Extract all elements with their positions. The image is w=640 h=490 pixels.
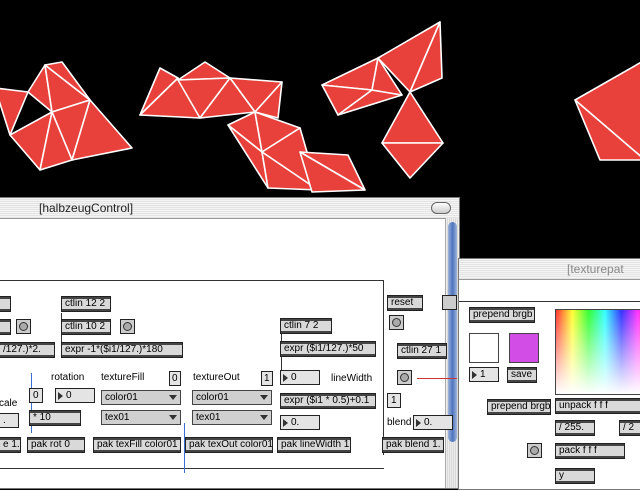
patch-cord [459,301,640,302]
toggle-box[interactable] [442,295,457,310]
number-box[interactable]: 0. [413,415,453,430]
object-box[interactable]: pak texFill color01 [93,437,181,453]
object-box[interactable]: expr -1*($i1/127.)*180 [61,342,183,358]
object-box[interactable]: /127.)*2. [0,342,55,358]
number-box[interactable]: 1 [387,393,401,408]
menu-value: color01 [105,392,138,403]
object-box[interactable]: pak lineWidth 1. [277,437,351,453]
number-value: 1 [480,369,486,380]
number-value: 0 [33,390,39,401]
number-box[interactable]: 0 [280,370,320,385]
object-box[interactable] [0,296,11,312]
patch-cord [0,280,383,281]
number-box[interactable]: 0 [169,371,181,386]
label-textureout: textureOut [193,372,240,383]
number-value: 0. [424,417,433,428]
object-box[interactable]: * 10 [29,410,81,426]
chevron-down-icon [169,395,177,400]
object-box[interactable]: ctlin 10 2 [61,319,111,335]
out-color-menu[interactable]: color01 [192,390,272,405]
patcher-window-texturepat: [texturepat prepend brgb 1 save prepend … [458,258,640,490]
bang-button[interactable] [16,319,31,334]
window-title: [halbzeugControl] [39,201,134,215]
number-value: . [3,415,6,426]
patch-cord [417,378,457,379]
label-linewidth: lineWidth [331,373,373,384]
object-box[interactable]: ctlin 27 1 [397,343,447,359]
zoom-button[interactable] [431,202,451,214]
number-value: 0. [291,417,300,428]
label-rotation: rotation [51,372,85,383]
triangle-shape [381,91,444,144]
object-box[interactable]: pak blend 1. [382,437,444,453]
window-titlebar[interactable]: [texturepat [459,259,640,280]
window-titlebar[interactable]: [halbzeugControl] [0,198,459,219]
menu-value: color01 [196,392,229,403]
object-box[interactable]: pack f f f [555,443,625,459]
number-box[interactable]: 1 [261,371,273,386]
number-box[interactable]: 0 [29,388,43,403]
patch-cord [383,280,384,455]
number-value: 0 [291,372,297,383]
save-message[interactable]: save [507,367,537,383]
label-texturefill: textureFill [101,372,145,383]
bang-button[interactable] [527,443,542,458]
chevron-down-icon [260,415,268,420]
number-value: 1 [264,373,270,384]
object-box[interactable]: y [555,468,595,484]
number-box[interactable]: 0. [280,415,320,430]
menu-value: tex01 [196,412,221,423]
bang-button[interactable] [389,315,404,330]
object-box[interactable]: / 255. [555,420,595,436]
window-title: [texturepat [567,262,624,276]
object-box[interactable]: expr ($i1 * 0.5)+0.1 [280,393,376,409]
triangle-shape [177,61,231,81]
vertical-scrollbar[interactable] [445,218,459,488]
chevron-down-icon [169,415,177,420]
bang-button[interactable] [397,370,412,385]
number-value: 1 [391,395,397,406]
menu-value: tex01 [105,412,130,423]
object-box[interactable]: ctlin 7 2 [280,318,332,334]
object-box[interactable]: pak rot 0 [27,437,85,453]
color-picker[interactable] [555,309,640,395]
number-value: 0 [172,373,178,384]
number-box[interactable]: 1 [469,367,499,382]
object-box[interactable]: expr ($i1/127.)*50 [280,341,376,357]
patcher-window-halbzeug: [halbzeugControl] ctlin 12 2 ctlin 10 2 … [0,197,460,489]
bang-button[interactable] [120,319,135,334]
out-tex-menu[interactable]: tex01 [192,410,272,425]
label-scale: cale [0,398,18,409]
fill-color-menu[interactable]: color01 [101,390,181,405]
color-swatch[interactable] [509,333,539,363]
number-box[interactable]: . [0,413,19,428]
fill-tex-menu[interactable]: tex01 [101,410,181,425]
object-box[interactable] [0,319,11,335]
color-swatch[interactable] [469,333,499,363]
triangle-shape [381,142,444,179]
object-box[interactable]: pak texOut color01 [185,437,273,453]
object-box[interactable]: e 1. [0,437,21,453]
number-box[interactable]: 0 [55,388,95,403]
object-box[interactable]: / 2 [619,420,640,436]
object-box[interactable]: prepend brgb [487,399,551,415]
scroll-thumb[interactable] [448,222,457,442]
object-box[interactable]: ctlin 12 2 [61,296,111,312]
number-value: 0 [66,390,72,401]
reset-message[interactable]: reset [387,295,423,311]
object-box[interactable]: unpack f f f [555,398,640,414]
object-box[interactable]: prepend brgb [469,307,535,323]
patch-cord [0,468,384,469]
chevron-down-icon [260,395,268,400]
label-blend: blend [387,417,412,428]
